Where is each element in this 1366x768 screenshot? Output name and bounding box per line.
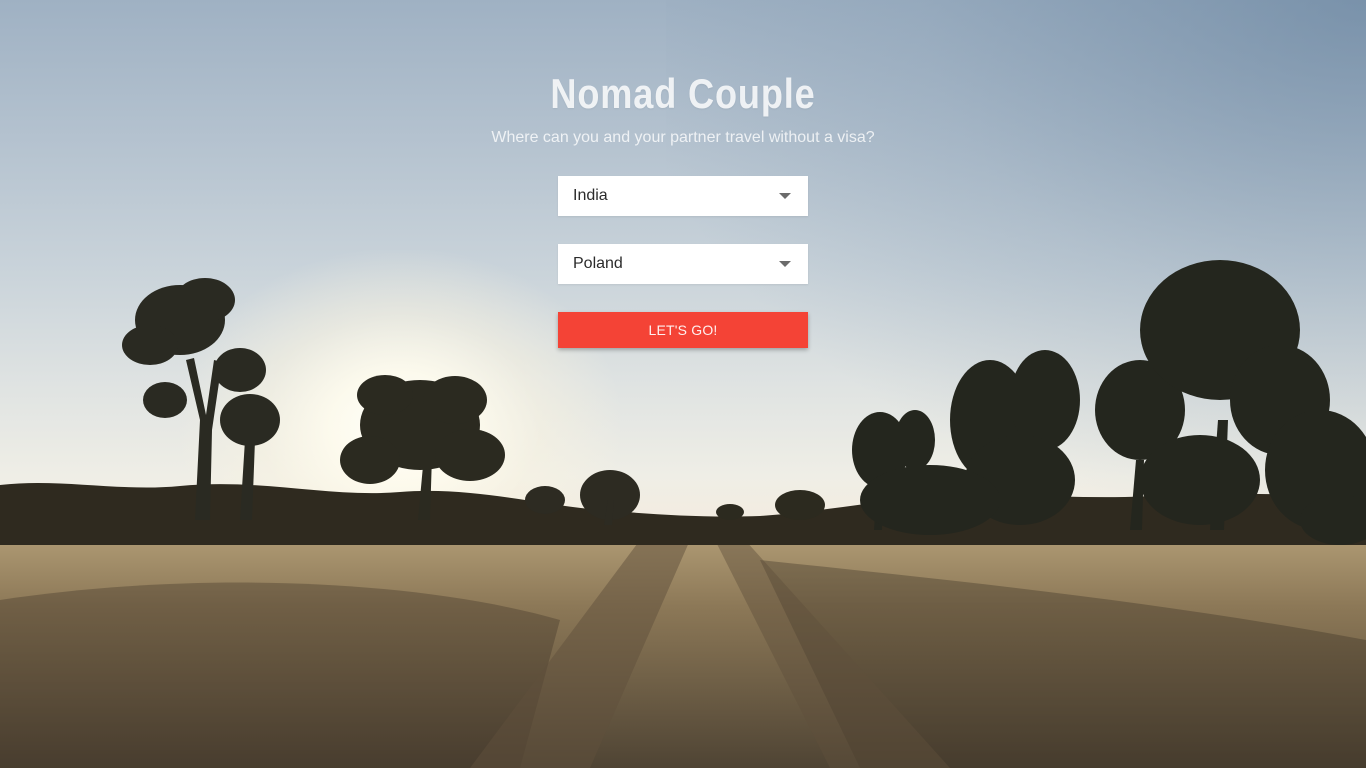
country-select-2-value: Poland bbox=[573, 255, 623, 272]
country-select-1[interactable]: India bbox=[558, 176, 808, 216]
country-select-1-value: India bbox=[573, 187, 608, 204]
page-title: Nomad Couple bbox=[550, 70, 816, 117]
dropdown-caret-icon bbox=[779, 261, 791, 267]
lets-go-button[interactable]: LET'S GO! bbox=[558, 312, 808, 348]
country-select-2[interactable]: Poland bbox=[558, 244, 808, 284]
dropdown-caret-icon bbox=[779, 193, 791, 199]
page-subtitle: Where can you and your partner travel wi… bbox=[491, 129, 875, 146]
